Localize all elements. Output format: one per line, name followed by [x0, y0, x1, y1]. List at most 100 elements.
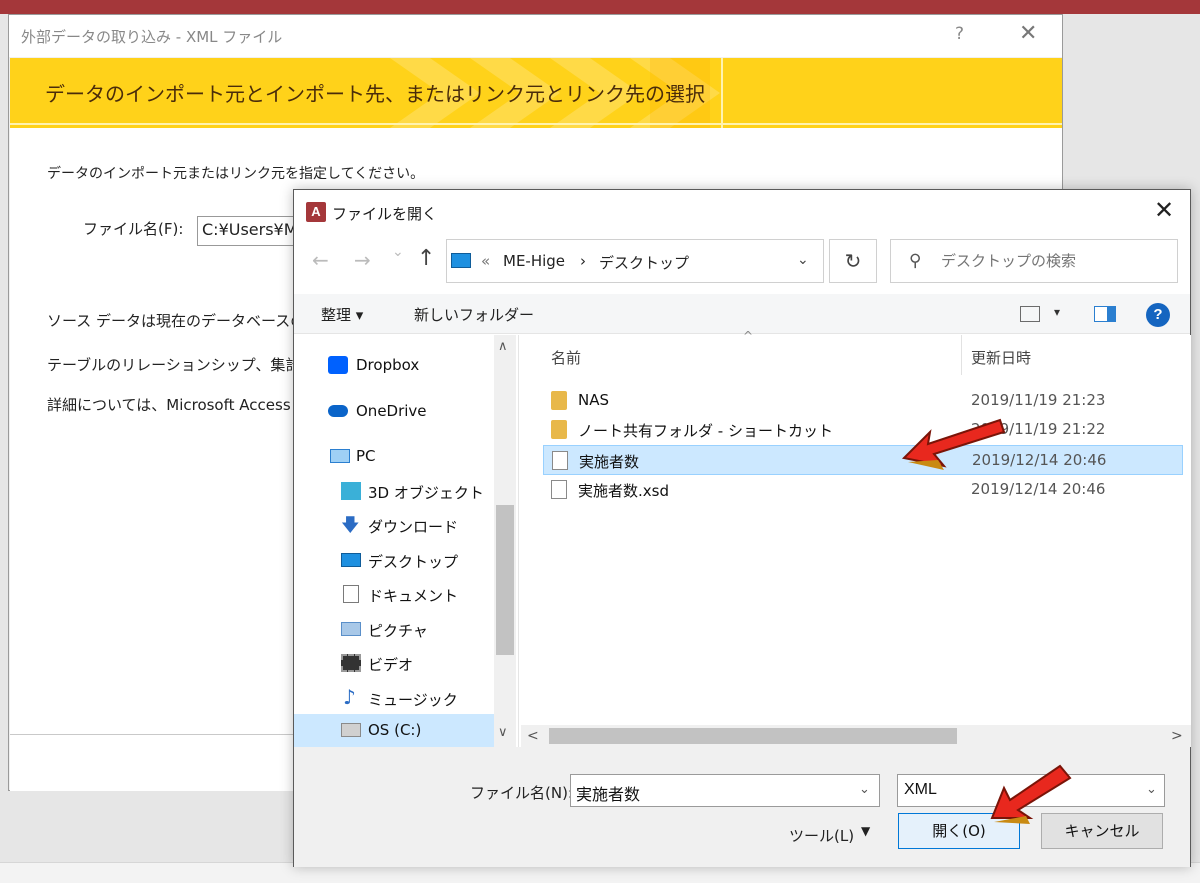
- view-options-icon[interactable]: [1020, 306, 1040, 322]
- nav-item-label: ミュージック: [368, 691, 458, 709]
- nav-item-downloads[interactable]: 🡇 ダウンロード: [294, 509, 494, 543]
- wizard-file-label: ファイル名(F):: [83, 220, 184, 238]
- wizard-banner: データのインポート元とインポート先、またはリンク元とリンク先の選択: [10, 58, 1062, 128]
- nav-item-pictures[interactable]: ピクチャ: [294, 613, 494, 647]
- wizard-title: 外部データの取り込み - XML ファイル: [21, 28, 283, 46]
- scroll-left-icon[interactable]: <: [527, 728, 539, 744]
- preview-pane-icon[interactable]: [1094, 306, 1116, 322]
- nav-item-label: Dropbox: [356, 356, 420, 374]
- column-separator[interactable]: [961, 335, 962, 375]
- navigation-pane: Dropbox OneDrive PC 3D オブジェクト 🡇 ダウンロード デ…: [294, 335, 519, 748]
- file-icon: [552, 451, 568, 470]
- videos-icon: [341, 654, 361, 672]
- up-arrow-icon[interactable]: ↑: [417, 246, 435, 271]
- pointer-arrow-icon: [901, 418, 1006, 470]
- pc-icon: [330, 449, 350, 463]
- drive-icon: [341, 723, 361, 737]
- file-date: 2019/11/19 21:23: [971, 391, 1106, 409]
- nav-item-music[interactable]: ♪ ミュージック: [294, 682, 494, 716]
- banner-heading: データのインポート元とインポート先、またはリンク元とリンク先の選択: [45, 82, 705, 106]
- search-box[interactable]: ⚲: [890, 239, 1178, 283]
- dialog-title-bar: A ファイルを開く ✕: [294, 190, 1190, 234]
- nav-item-label: ドキュメント: [368, 587, 459, 605]
- new-folder-button[interactable]: 新しいフォルダー: [414, 304, 534, 325]
- column-header-modified[interactable]: 更新日時: [971, 347, 1031, 368]
- file-date: 2019/12/14 20:46: [971, 480, 1106, 498]
- nav-item-label: 3D オブジェクト: [368, 484, 484, 502]
- scroll-up-icon[interactable]: ∧: [498, 339, 508, 354]
- nav-item-label: ピクチャ: [368, 622, 428, 640]
- file-list-hscrollbar[interactable]: < >: [521, 725, 1191, 747]
- nav-item-os-c[interactable]: OS (C:): [294, 714, 494, 748]
- download-icon: 🡇: [341, 515, 360, 536]
- breadcrumb-desktop[interactable]: デスクトップ: [599, 252, 689, 273]
- dialog-title: ファイルを開く: [332, 205, 438, 223]
- file-name-value[interactable]: 実施者数: [576, 781, 640, 805]
- file-name: 実施者数.xsd: [578, 482, 669, 500]
- wizard-file-input[interactable]: C:¥Users¥M: [197, 216, 307, 246]
- search-icon: ⚲: [909, 251, 922, 271]
- documents-icon: [343, 585, 359, 603]
- nav-item-label: ダウンロード: [368, 518, 459, 536]
- nav-item-onedrive[interactable]: OneDrive: [294, 395, 494, 429]
- wizard-text-line: ソース データは現在のデータベースの新: [47, 312, 321, 330]
- nav-item-dropbox[interactable]: Dropbox: [294, 349, 494, 383]
- file-name-input[interactable]: 実施者数 ⌄: [570, 774, 880, 807]
- dialog-close-button[interactable]: ✕: [1154, 196, 1174, 224]
- nav-item-desktop[interactable]: デスクトップ: [294, 544, 494, 578]
- back-arrow-icon[interactable]: ←: [312, 248, 329, 272]
- file-name: ノート共有フォルダ - ショートカット: [578, 422, 833, 440]
- desktop-icon: [341, 553, 361, 567]
- onedrive-icon: [328, 405, 348, 417]
- search-input[interactable]: [941, 250, 1171, 272]
- nav-item-label: ビデオ: [368, 656, 414, 674]
- app-title-bar: [0, 0, 1200, 14]
- wizard-help-button[interactable]: ?: [955, 24, 964, 44]
- forward-arrow-icon[interactable]: →: [354, 248, 371, 272]
- access-app-icon: A: [306, 202, 326, 222]
- recent-locations-icon[interactable]: ⌄: [392, 244, 404, 260]
- scroll-down-icon[interactable]: ∨: [498, 725, 508, 740]
- file-row[interactable]: ノート共有フォルダ - ショートカット 2019/11/19 21:22: [543, 415, 1183, 445]
- address-dropdown-icon[interactable]: ⌄: [797, 252, 809, 268]
- file-icon: [551, 480, 567, 499]
- nav-item-videos[interactable]: ビデオ: [294, 647, 494, 681]
- nav-item-label: OS (C:): [368, 721, 422, 739]
- file-row-selected[interactable]: 実施者数 2019/12/14 20:46: [543, 445, 1183, 475]
- chevron-down-icon[interactable]: ⌄: [1146, 782, 1157, 797]
- wizard-instruction: データのインポート元またはリンク元を指定してください。: [47, 166, 425, 182]
- scrollbar-thumb[interactable]: [496, 505, 514, 655]
- address-overflow[interactable]: «: [481, 252, 490, 270]
- nav-pane-scrollbar[interactable]: ∧ ∨: [494, 335, 516, 747]
- tools-button[interactable]: ツール(L): [789, 825, 854, 846]
- file-name: NAS: [578, 391, 610, 409]
- nav-item-3d-objects[interactable]: 3D オブジェクト: [294, 475, 494, 509]
- folder-shortcut-icon: [551, 420, 567, 439]
- column-header-name[interactable]: 名前: [551, 347, 581, 368]
- breadcrumb-me-hige[interactable]: ME-Hige: [503, 252, 565, 270]
- desktop-monitor-icon: [451, 253, 471, 268]
- view-dropdown-icon[interactable]: ▾: [1054, 305, 1060, 319]
- pointer-arrow-icon: [990, 764, 1072, 824]
- file-row[interactable]: 実施者数.xsd 2019/12/14 20:46: [543, 475, 1183, 505]
- sort-ascending-icon: ^: [743, 329, 754, 343]
- nav-item-label: デスクトップ: [368, 553, 459, 571]
- scroll-right-icon[interactable]: >: [1171, 728, 1183, 744]
- tools-dropdown-icon[interactable]: ▼: [861, 824, 870, 838]
- command-bar: 整理 ▾ 新しいフォルダー ▾ ?: [294, 294, 1190, 334]
- file-name-label: ファイル名(N):: [470, 784, 573, 802]
- refresh-button[interactable]: ↻: [829, 239, 877, 283]
- nav-item-pc[interactable]: PC: [294, 440, 494, 474]
- wizard-close-button[interactable]: ✕: [1019, 21, 1037, 46]
- music-icon: ♪: [343, 685, 356, 709]
- wizard-title-bar: 外部データの取り込み - XML ファイル ? ✕: [9, 15, 1062, 57]
- file-row[interactable]: NAS 2019/11/19 21:23: [543, 386, 1183, 416]
- scrollbar-thumb[interactable]: [549, 728, 957, 744]
- chevron-down-icon[interactable]: ⌄: [859, 782, 870, 797]
- organize-button[interactable]: 整理 ▾: [321, 304, 363, 325]
- pictures-icon: [341, 622, 361, 636]
- nav-item-documents[interactable]: ドキュメント: [294, 578, 494, 612]
- help-icon[interactable]: ?: [1146, 303, 1170, 327]
- address-bar[interactable]: « ME-Hige › デスクトップ ⌄: [446, 239, 824, 283]
- 3d-objects-icon: [341, 482, 361, 500]
